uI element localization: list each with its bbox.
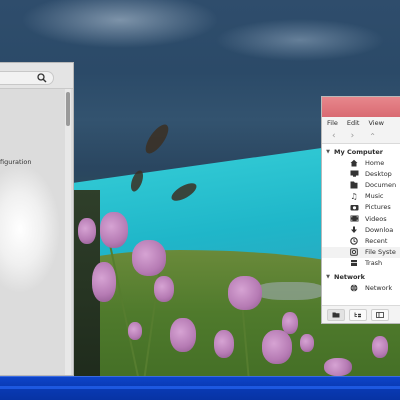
wallpaper-flower bbox=[282, 312, 298, 334]
network-icon bbox=[349, 284, 359, 293]
recent-icon bbox=[349, 237, 359, 245]
wallpaper-flower bbox=[154, 276, 174, 302]
sidebar-item-pictures[interactable]: Pictures bbox=[322, 202, 400, 213]
wallpaper-flower bbox=[92, 262, 116, 302]
menu-view[interactable]: View bbox=[368, 119, 383, 127]
toggle-sidebar-button[interactable] bbox=[371, 308, 389, 321]
section-my-computer[interactable]: ▼ My Computer bbox=[322, 146, 400, 157]
wallpaper-flower bbox=[132, 240, 166, 276]
configuration-label: figuration bbox=[0, 158, 32, 166]
menu-file[interactable]: File bbox=[327, 119, 338, 127]
sidebar-item-recent[interactable]: Recent bbox=[322, 235, 400, 246]
documents-icon bbox=[349, 181, 359, 189]
wallpaper-flower bbox=[372, 336, 388, 358]
downloads-icon bbox=[349, 226, 359, 234]
tree-view-button[interactable] bbox=[349, 308, 367, 321]
sidebar-toggle-icon bbox=[376, 311, 384, 318]
music-icon: ♫ bbox=[350, 191, 358, 201]
sidebar-item-label: Downloa bbox=[365, 225, 394, 234]
scrollbar[interactable] bbox=[65, 89, 71, 375]
taskbar-highlight bbox=[0, 386, 400, 389]
expand-triangle-icon[interactable]: ▼ bbox=[322, 274, 334, 280]
taskbar[interactable] bbox=[0, 376, 400, 400]
wallpaper-flower bbox=[214, 330, 234, 358]
file-manager-statusbar bbox=[322, 305, 400, 323]
desktop-icon bbox=[349, 170, 359, 178]
tree-icon bbox=[354, 312, 361, 317]
wallpaper-flower bbox=[128, 322, 142, 340]
wallpaper-flower bbox=[78, 218, 96, 244]
expand-triangle-icon[interactable]: ▼ bbox=[322, 149, 334, 155]
file-manager-titlebar[interactable] bbox=[322, 97, 400, 117]
back-arrow-icon[interactable]: ‹ bbox=[332, 131, 336, 141]
sidebar-item-label: Network bbox=[365, 284, 393, 293]
sidebar-item-label: Videos bbox=[365, 214, 387, 223]
wallpaper-flower bbox=[324, 358, 352, 376]
filesystem-icon bbox=[349, 248, 359, 256]
menubar: File Edit View bbox=[322, 117, 400, 129]
section-title: My Computer bbox=[334, 147, 383, 156]
forward-arrow-icon[interactable]: › bbox=[351, 131, 355, 141]
wallpaper-flower bbox=[100, 212, 128, 248]
left-window-content: figuration bbox=[0, 89, 66, 375]
sidebar-item-label: Home bbox=[365, 158, 385, 167]
sidebar-item-documents[interactable]: Documen bbox=[322, 179, 400, 190]
sidebar-item-label: Recent bbox=[365, 236, 388, 245]
sidebar-item-label: Desktop bbox=[365, 169, 392, 178]
wallpaper-town bbox=[255, 282, 325, 300]
file-manager-window[interactable]: File Edit View ‹ › ⌃ ▼ My Computer Home … bbox=[321, 96, 400, 324]
sidebar-item-downloads[interactable]: Downloa bbox=[322, 224, 400, 235]
trash-icon bbox=[349, 259, 359, 267]
left-window[interactable]: figuration bbox=[0, 62, 74, 376]
sidebar-item-label: File Syste bbox=[365, 248, 396, 257]
places-sidebar: ▼ My Computer Home Desktop Documen ♫ Mus… bbox=[322, 144, 400, 294]
sidebar-item-desktop[interactable]: Desktop bbox=[322, 168, 400, 179]
toolbar: ‹ › ⌃ bbox=[322, 129, 400, 144]
sidebar-item-network[interactable]: Network bbox=[322, 283, 400, 294]
sidebar-item-label: Documen bbox=[365, 180, 397, 189]
videos-icon bbox=[349, 215, 359, 223]
sidebar-item-label: Music bbox=[365, 192, 384, 201]
sidebar-item-music[interactable]: ♫ Music bbox=[322, 191, 400, 202]
sidebar-item-home[interactable]: Home bbox=[322, 157, 400, 168]
section-network[interactable]: ▼ Network bbox=[322, 272, 400, 283]
search-icon[interactable] bbox=[37, 73, 47, 83]
wallpaper-flower bbox=[228, 276, 262, 310]
left-window-header bbox=[0, 63, 73, 89]
pictures-icon bbox=[349, 203, 359, 211]
scrollbar-thumb[interactable] bbox=[66, 92, 70, 126]
up-arrow-icon[interactable]: ⌃ bbox=[369, 132, 376, 141]
sidebar-item-label: Pictures bbox=[365, 203, 391, 212]
home-icon bbox=[349, 159, 359, 167]
section-title: Network bbox=[334, 273, 365, 282]
sidebar-item-file-system[interactable]: File Syste bbox=[322, 246, 400, 258]
sidebar-item-videos[interactable]: Videos bbox=[322, 213, 400, 224]
wallpaper-flower bbox=[300, 334, 314, 352]
wallpaper-flower bbox=[262, 330, 292, 364]
sidebar-item-trash[interactable]: Trash bbox=[322, 258, 400, 269]
places-view-button[interactable] bbox=[327, 308, 345, 321]
search-field[interactable] bbox=[0, 71, 54, 85]
folder-icon bbox=[332, 312, 340, 317]
menu-edit[interactable]: Edit bbox=[347, 119, 360, 127]
wallpaper-flower bbox=[170, 318, 196, 352]
sidebar-item-label: Trash bbox=[365, 259, 383, 268]
